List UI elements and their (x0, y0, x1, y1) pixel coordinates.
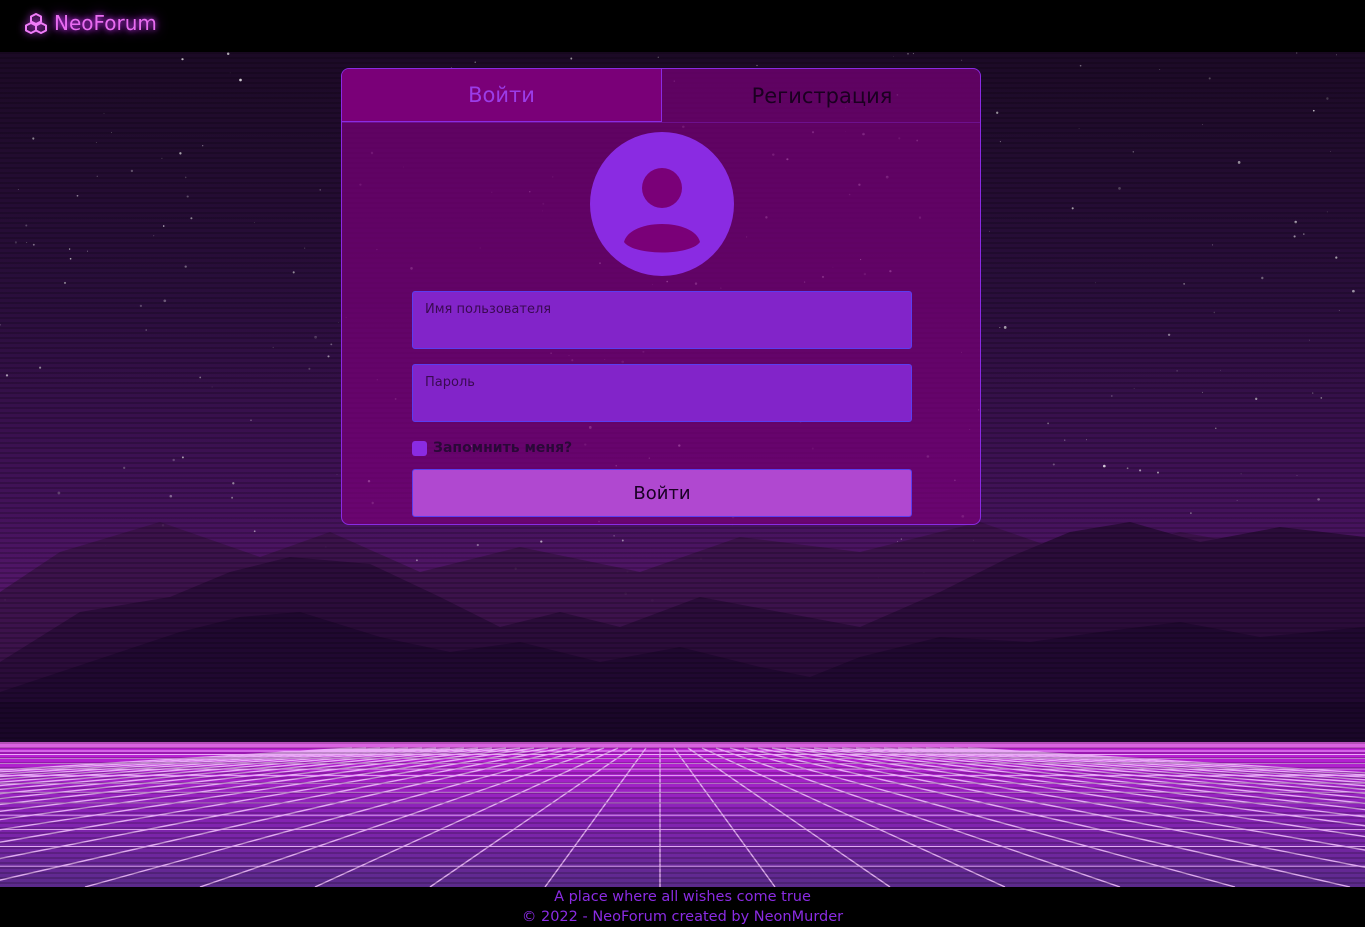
tab-register[interactable]: Регистрация (662, 69, 980, 122)
footer-copyright: © 2022 - NeoForum created by NeonMurder (521, 909, 844, 925)
password-field[interactable]: Пароль (412, 364, 915, 423)
remember-me: Запомнить меня? (412, 440, 572, 456)
login-card: Войти Регистрация Имя пользователя Парол… (341, 68, 981, 525)
username-input[interactable] (413, 292, 915, 350)
brand-link[interactable]: NeoForum (24, 11, 157, 35)
login-button[interactable]: Войти (412, 469, 912, 517)
navbar: NeoForum (0, 0, 1365, 52)
cubes-icon (25, 13, 47, 34)
footer-tagline: A place where all wishes come true (554, 889, 811, 905)
remember-me-label[interactable]: Запомнить меня? (433, 440, 572, 456)
username-field[interactable]: Имя пользователя (412, 291, 915, 350)
brand-name: NeoForum (54, 11, 157, 35)
footer: A place where all wishes come true © 202… (0, 887, 1365, 927)
auth-tabs: Войти Регистрация (342, 69, 980, 123)
user-circle-icon (590, 132, 734, 276)
password-input[interactable] (413, 365, 915, 423)
remember-me-checkbox[interactable] (412, 440, 427, 456)
tab-login[interactable]: Войти (342, 69, 662, 122)
